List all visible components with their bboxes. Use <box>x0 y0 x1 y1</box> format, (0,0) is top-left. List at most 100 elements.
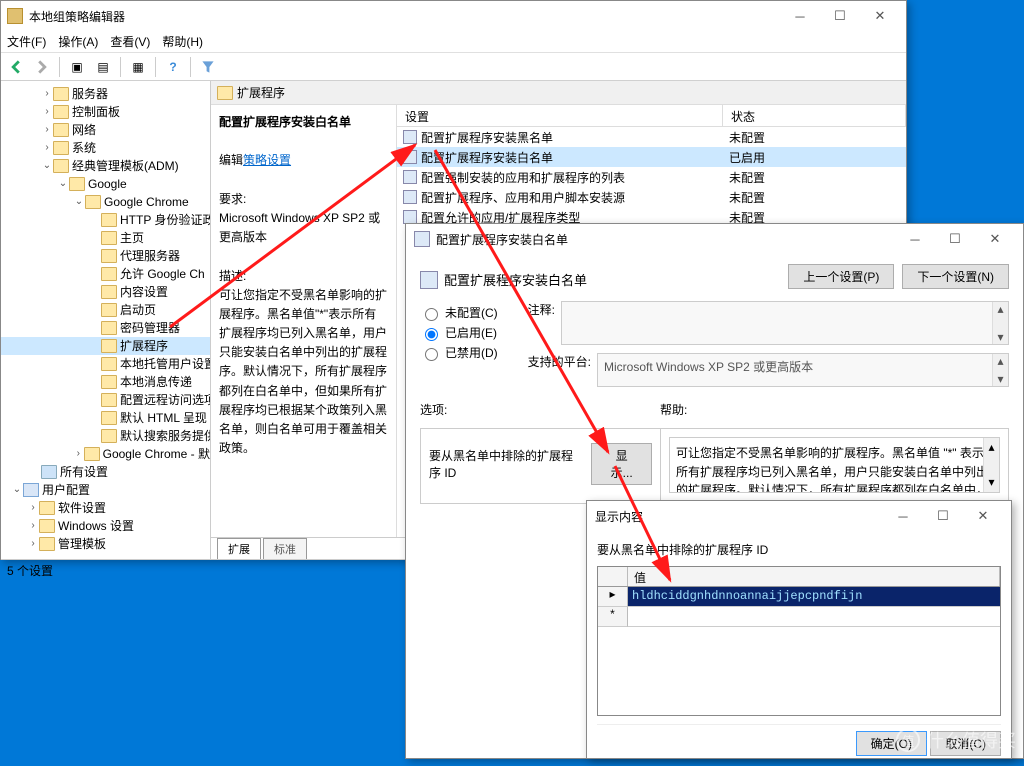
forward-button[interactable] <box>31 56 53 78</box>
menu-action[interactable]: 操作(A) <box>58 33 98 50</box>
tree-item[interactable]: 管理模板 <box>58 535 106 553</box>
tree-item[interactable]: 本地托管用户设置 <box>120 355 211 373</box>
req-label: 要求: <box>219 192 246 206</box>
supported-label: 支持的平台: <box>528 353 591 370</box>
app-icon <box>7 8 23 24</box>
prev-setting-button[interactable]: 上一个设置(P) <box>788 264 894 289</box>
show-button[interactable]: 显示... <box>591 443 652 485</box>
tree-item-selected[interactable]: 扩展程序 <box>120 337 168 355</box>
tree-item[interactable]: 允许 Google Ch <box>120 265 205 283</box>
tree-item[interactable]: 用户配置 <box>42 481 90 499</box>
policy-icon <box>403 130 417 144</box>
tree-item[interactable]: 系统 <box>72 139 96 157</box>
desc-text: 可让您指定不受黑名单影响的扩展程序。黑名单值"*"表示所有扩展程序均已列入黑名单… <box>219 288 387 456</box>
tree-item[interactable]: 代理服务器 <box>120 247 180 265</box>
close-button[interactable]: ✕ <box>860 2 900 30</box>
tree-item[interactable]: 软件设置 <box>58 499 106 517</box>
tree-item[interactable]: 启动页 <box>120 301 156 319</box>
menu-file[interactable]: 文件(F) <box>7 33 46 50</box>
window-title: 本地组策略编辑器 <box>29 8 125 25</box>
tree-item[interactable]: 服务器 <box>72 85 108 103</box>
tree-item[interactable]: Windows 设置 <box>58 517 134 535</box>
menu-view[interactable]: 查看(V) <box>110 33 150 50</box>
tree-item[interactable]: 内容设置 <box>120 283 168 301</box>
option-label: 要从黑名单中排除的扩展程序 ID <box>429 447 583 481</box>
extension-id-cell[interactable]: hldhciddgnhdnnoannaijjepcpndfijn <box>628 587 1000 607</box>
content-header: 扩展程序 <box>237 84 285 101</box>
scroll-down-icon[interactable]: ▾ <box>997 330 1003 344</box>
tree-item[interactable]: HTTP 身份验证政 <box>120 211 211 229</box>
col-state[interactable]: 状态 <box>723 105 906 126</box>
tree-item[interactable]: 默认搜索服务提供 <box>120 427 211 445</box>
tree-item[interactable]: Google <box>88 175 127 193</box>
dialog2-title: 显示内容 <box>595 508 643 525</box>
minimize-button[interactable]: ─ <box>895 225 935 253</box>
next-setting-button[interactable]: 下一个设置(N) <box>902 264 1009 289</box>
policy-row[interactable]: 配置扩展程序安装黑名单未配置 <box>397 127 906 147</box>
tree-item[interactable]: Google Chrome <box>104 193 189 211</box>
col-setting[interactable]: 设置 <box>397 105 723 126</box>
comment-box[interactable]: ▴▾ <box>561 301 1009 345</box>
scroll-up-icon[interactable]: ▴ <box>988 438 994 457</box>
tree-item[interactable]: 网络 <box>72 121 96 139</box>
empty-cell[interactable] <box>628 607 1000 627</box>
req-text: Microsoft Windows XP SP2 或更高版本 <box>219 211 380 244</box>
value-grid[interactable]: 值 ▸hldhciddgnhdnnoannaijjepcpndfijn * <box>597 566 1001 716</box>
grid-col-header[interactable]: 值 <box>628 567 1000 586</box>
tree-item[interactable]: 经典管理模板(ADM) <box>72 157 179 175</box>
radio-disabled[interactable]: 已禁用(D) <box>420 344 498 361</box>
filter-icon[interactable] <box>197 56 219 78</box>
nav-tree[interactable]: ›服务器 ›控制面板 ›网络 ›系统 ⌄经典管理模板(ADM) ⌄Google … <box>1 81 211 559</box>
tab-standard[interactable]: 标准 <box>263 538 307 559</box>
close-button[interactable]: ✕ <box>963 502 1003 530</box>
cancel-button[interactable]: 取消(C) <box>930 731 1001 756</box>
back-button[interactable] <box>5 56 27 78</box>
tree-item[interactable]: 主页 <box>120 229 144 247</box>
maximize-button[interactable]: ☐ <box>923 502 963 530</box>
edit-label: 编辑 <box>219 153 243 167</box>
user-config-icon <box>23 483 39 497</box>
policy-icon <box>403 150 417 164</box>
policy-icon <box>403 210 417 224</box>
tab-extended[interactable]: 扩展 <box>217 538 261 559</box>
row-new[interactable]: * <box>598 607 628 627</box>
tree-item[interactable]: 本地消息传递 <box>120 373 192 391</box>
scroll-down-icon[interactable]: ▾ <box>997 372 1003 386</box>
maximize-button[interactable]: ☐ <box>820 2 860 30</box>
folder-up-button[interactable]: ▣ <box>66 56 88 78</box>
policy-row-selected[interactable]: 配置扩展程序安装白名单已启用 <box>397 147 906 167</box>
dialog-icon <box>414 231 430 247</box>
policy-name: 配置扩展程序安装白名单 <box>219 115 351 129</box>
dialog1-heading: 配置扩展程序安装白名单 <box>444 270 587 289</box>
row-selector[interactable]: ▸ <box>598 587 628 607</box>
tree-item[interactable]: 控制面板 <box>72 103 120 121</box>
tree-item[interactable]: 密码管理器 <box>120 319 180 337</box>
edit-policy-link[interactable]: 策略设置 <box>243 153 291 167</box>
comment-label: 注释: <box>528 301 555 318</box>
dialog1-title: 配置扩展程序安装白名单 <box>436 231 568 248</box>
scroll-down-icon[interactable]: ▾ <box>988 473 994 492</box>
list-button[interactable]: ▤ <box>92 56 114 78</box>
maximize-button[interactable]: ☐ <box>935 225 975 253</box>
scroll-up-icon[interactable]: ▴ <box>997 302 1003 316</box>
heading-icon <box>420 271 438 289</box>
policy-row[interactable]: 配置扩展程序、应用和用户脚本安装源未配置 <box>397 187 906 207</box>
tree-item[interactable]: Google Chrome - 默 <box>103 445 210 463</box>
policy-icon <box>403 170 417 184</box>
minimize-button[interactable]: ─ <box>780 2 820 30</box>
properties-button[interactable]: ▦ <box>127 56 149 78</box>
radio-not-configured[interactable]: 未配置(C) <box>420 304 498 321</box>
minimize-button[interactable]: ─ <box>883 502 923 530</box>
tree-item[interactable]: 默认 HTML 呈现 <box>120 409 207 427</box>
help-text-box: 可让您指定不受黑名单影响的扩展程序。黑名单值 "*" 表示所有扩展程序均已列入黑… <box>669 437 1000 493</box>
ok-button[interactable]: 确定(O) <box>856 731 927 756</box>
policy-row[interactable]: 配置强制安装的应用和扩展程序的列表未配置 <box>397 167 906 187</box>
help-button[interactable]: ? <box>162 56 184 78</box>
radio-enabled[interactable]: 已启用(E) <box>420 324 498 341</box>
tree-item[interactable]: 配置远程访问选项 <box>120 391 211 409</box>
menu-help[interactable]: 帮助(H) <box>162 33 203 50</box>
tree-item[interactable]: 所有设置 <box>60 463 108 481</box>
close-button[interactable]: ✕ <box>975 225 1015 253</box>
scroll-up-icon[interactable]: ▴ <box>997 354 1003 368</box>
options-label: 选项: <box>420 403 447 417</box>
